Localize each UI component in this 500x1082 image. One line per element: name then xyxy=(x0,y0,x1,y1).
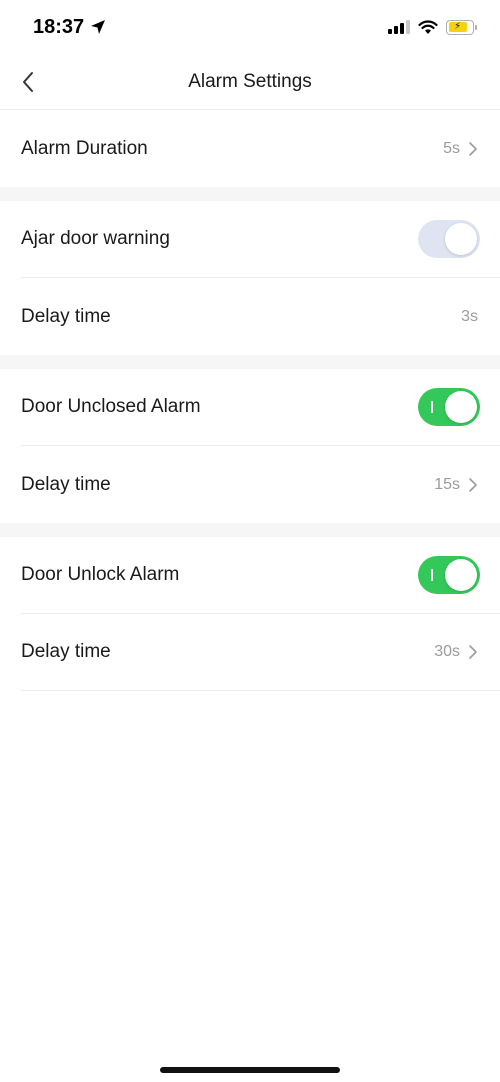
door-unlock-alarm-row: Door Unlock Alarm xyxy=(21,537,500,614)
row-label: Delay time xyxy=(21,473,111,495)
alarm-duration-row[interactable]: Alarm Duration 5s xyxy=(21,110,500,187)
ajar-door-warning-row: Ajar door warning xyxy=(21,201,500,278)
battery-icon: ⚡ xyxy=(446,19,477,35)
unlock-delay-time-row[interactable]: Delay time 30s xyxy=(21,614,500,691)
row-value: 3s xyxy=(461,307,478,325)
section-divider xyxy=(0,523,500,537)
door-unclosed-alarm-toggle[interactable] xyxy=(418,388,480,426)
row-right: 3s xyxy=(461,308,478,326)
screen: 18:37 ⚡ Alarm Settings Alarm Duration 5s… xyxy=(0,0,500,1082)
chevron-right-icon xyxy=(469,645,477,659)
door-unlock-alarm-toggle[interactable] xyxy=(418,556,480,594)
row-value: 30s xyxy=(434,643,460,660)
row-value: 5s xyxy=(443,139,460,157)
nav-bar: Alarm Settings xyxy=(0,54,500,110)
row-right: 5s xyxy=(443,140,478,158)
wifi-icon xyxy=(418,19,438,34)
row-label: Delay time xyxy=(21,641,111,662)
status-right: ⚡ xyxy=(388,19,477,35)
status-left: 18:37 xyxy=(33,16,106,39)
home-indicator xyxy=(160,1067,340,1073)
settings-list: Alarm Duration 5s Ajar door warning Dela… xyxy=(0,110,500,691)
row-value: 15s xyxy=(434,475,460,493)
battery-charging-icon: ⚡ xyxy=(448,22,467,32)
toggle-on-mark xyxy=(431,401,433,413)
unclosed-delay-time-row[interactable]: Delay time 15s xyxy=(21,446,500,523)
status-time: 18:37 xyxy=(33,15,85,38)
ajar-door-warning-toggle[interactable] xyxy=(418,220,480,258)
chevron-right-icon xyxy=(469,477,477,492)
row-label: Delay time xyxy=(21,305,111,327)
toggle-knob xyxy=(445,223,477,255)
section-divider xyxy=(0,187,500,201)
row-right: 15s xyxy=(434,476,478,494)
row-label: Door Unclosed Alarm xyxy=(21,396,201,417)
chevron-left-icon xyxy=(23,72,33,92)
status-bar: 18:37 ⚡ xyxy=(0,0,500,54)
location-arrow-icon xyxy=(91,20,106,34)
toggle-knob xyxy=(445,391,477,423)
chevron-right-icon xyxy=(469,141,477,156)
ajar-delay-time-row: Delay time 3s xyxy=(21,278,500,355)
row-label: Ajar door warning xyxy=(21,228,170,249)
row-right: 30s xyxy=(434,643,478,661)
row-label: Door Unlock Alarm xyxy=(21,564,180,585)
page-title: Alarm Settings xyxy=(188,70,312,92)
back-button[interactable] xyxy=(12,66,44,98)
toggle-on-mark xyxy=(431,569,433,581)
row-label: Alarm Duration xyxy=(21,137,148,159)
door-unclosed-alarm-row: Door Unclosed Alarm xyxy=(21,369,500,446)
toggle-knob xyxy=(445,559,477,591)
cellular-signal-icon xyxy=(388,20,410,34)
section-divider xyxy=(0,355,500,369)
